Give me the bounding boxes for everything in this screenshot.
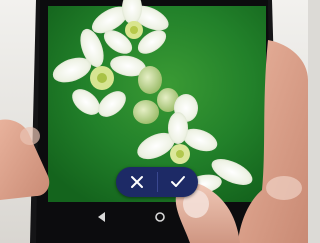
- nav-home-button[interactable]: [154, 208, 166, 227]
- photo-scene: [0, 0, 308, 243]
- close-icon: [130, 176, 143, 188]
- crop-action-pill: [116, 167, 198, 197]
- nav-back-button[interactable]: [96, 208, 108, 227]
- back-triangle-icon: [98, 212, 105, 222]
- cancel-button[interactable]: [116, 167, 157, 197]
- check-icon: [170, 176, 185, 187]
- confirm-button[interactable]: [157, 167, 198, 197]
- home-circle-icon: [155, 212, 165, 222]
- scene-illustration: [0, 0, 308, 243]
